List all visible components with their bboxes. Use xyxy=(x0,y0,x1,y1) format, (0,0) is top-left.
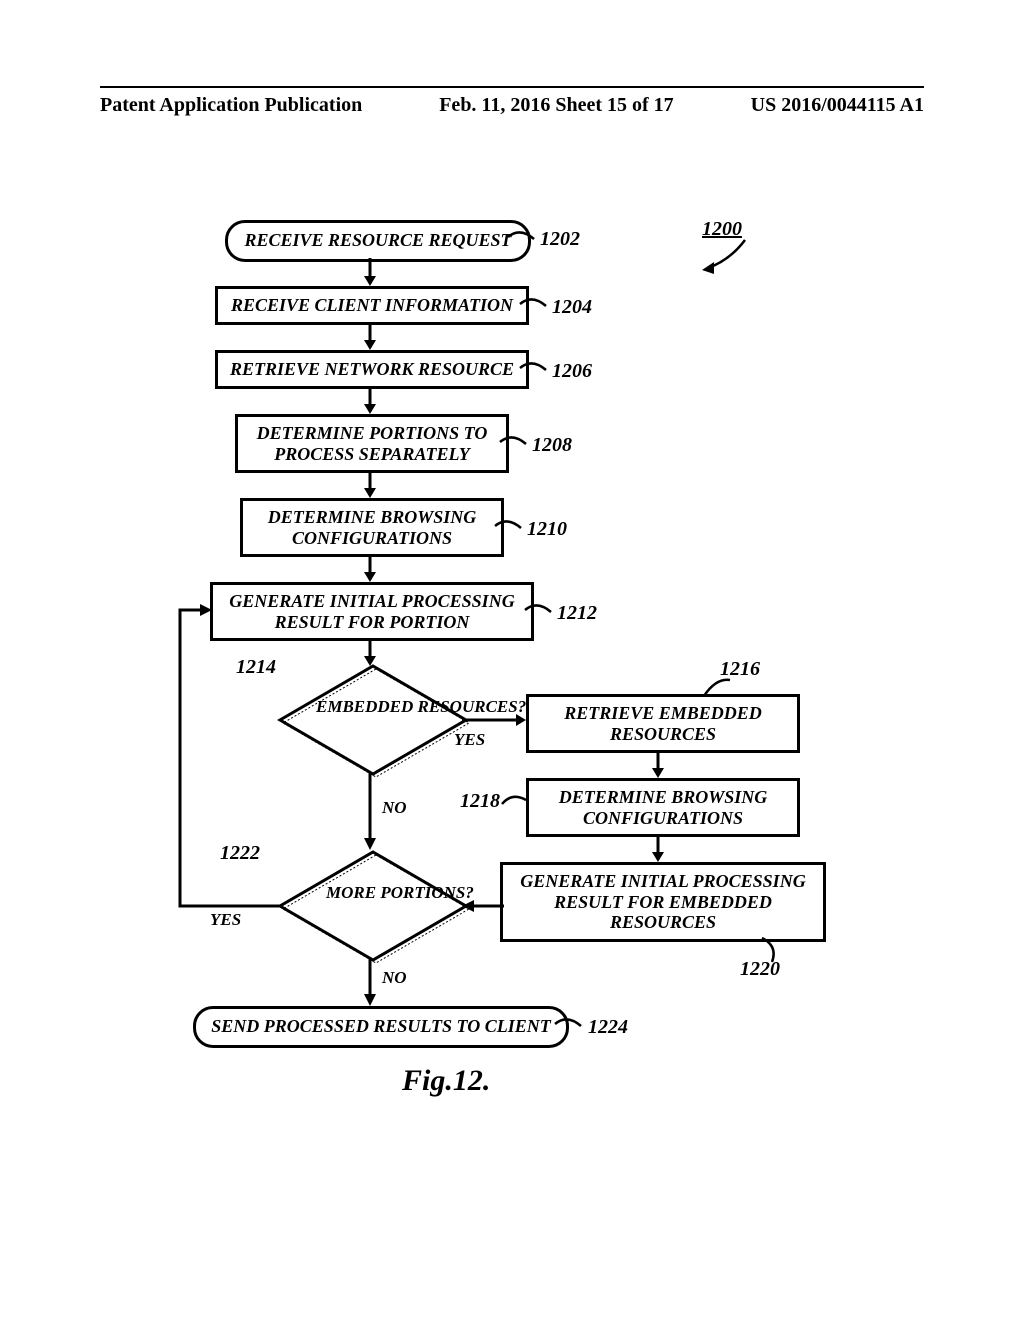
ref-1208: 1208 xyxy=(532,434,572,457)
figure-label: Fig.12. xyxy=(402,1064,490,1098)
node-1220: GENERATE INITIAL PROCESSING RESULT FOR E… xyxy=(500,862,826,942)
arrow-1218-1220 xyxy=(648,834,668,864)
arrow-1206-1208 xyxy=(360,386,380,416)
ref-1202: 1202 xyxy=(540,228,580,251)
node-1224-text: SEND PROCESSED RESULTS TO CLIENT xyxy=(211,1016,550,1036)
arrow-1214-1216 xyxy=(462,712,532,732)
node-1204-text: RECEIVE CLIENT INFORMATION xyxy=(231,295,513,315)
ref-1220-tick xyxy=(760,936,800,966)
ref-1212: 1212 xyxy=(557,602,597,625)
node-1202-text: RECEIVE RESOURCE REQUEST xyxy=(244,230,511,250)
ref-1204: 1204 xyxy=(552,296,592,319)
arrow-1204-1206 xyxy=(360,322,380,352)
header-center: Feb. 11, 2016 Sheet 15 of 17 xyxy=(439,94,673,117)
arrow-1222-1212 xyxy=(160,600,290,920)
arrow-1216-1218 xyxy=(648,750,668,780)
header-right: US 2016/0044115 A1 xyxy=(751,94,924,117)
node-1220-text: GENERATE INITIAL PROCESSING RESULT FOR E… xyxy=(520,871,805,932)
node-1210: DETERMINE BROWSING CONFIGURATIONS xyxy=(240,498,504,557)
arrow-1220-1222 xyxy=(462,898,506,918)
ref-1218-tick xyxy=(502,790,532,814)
node-1214-text: EMBEDDED RESOURCES? xyxy=(316,698,426,716)
ref-1210: 1210 xyxy=(527,518,567,541)
node-1218-text: DETERMINE BROWSING CONFIGURATIONS xyxy=(559,787,768,828)
arrow-1214-1222 xyxy=(360,772,380,852)
ref-1216-tick xyxy=(702,678,742,702)
node-1222 xyxy=(270,846,470,966)
node-1204: RECEIVE CLIENT INFORMATION xyxy=(215,286,529,325)
ref-1200-pointer xyxy=(700,238,760,278)
node-1222-text: MORE PORTIONS? xyxy=(326,884,416,902)
arrow-1202-1204 xyxy=(360,258,380,288)
header-left: Patent Application Publication xyxy=(100,94,362,117)
edge-1214-no: NO xyxy=(382,798,407,818)
page-header: Patent Application Publication Feb. 11, … xyxy=(0,86,1024,117)
node-1216: RETRIEVE EMBEDDED RESOURCES xyxy=(526,694,800,753)
node-1210-text: DETERMINE BROWSING CONFIGURATIONS xyxy=(268,507,477,548)
edge-1214-yes: YES xyxy=(454,730,485,750)
node-1208: DETERMINE PORTIONS TO PROCESS SEPARATELY xyxy=(235,414,509,473)
node-1208-text: DETERMINE PORTIONS TO PROCESS SEPARATELY xyxy=(257,423,488,464)
node-1224: SEND PROCESSED RESULTS TO CLIENT xyxy=(193,1006,569,1048)
node-1206: RETRIEVE NETWORK RESOURCE xyxy=(215,350,529,389)
edge-1222-no: NO xyxy=(382,968,407,988)
node-1206-text: RETRIEVE NETWORK RESOURCE xyxy=(230,359,514,379)
node-1214 xyxy=(270,660,470,780)
edge-1222-yes: YES xyxy=(210,910,241,930)
arrow-1222-1224 xyxy=(360,958,380,1008)
node-1202: RECEIVE RESOURCE REQUEST xyxy=(225,220,531,262)
node-1216-text: RETRIEVE EMBEDDED RESOURCES xyxy=(564,703,762,744)
arrow-1208-1210 xyxy=(360,470,380,500)
ref-1218: 1218 xyxy=(460,790,500,813)
arrow-1210-1212 xyxy=(360,554,380,584)
ref-1224: 1224 xyxy=(588,1016,628,1039)
ref-1206: 1206 xyxy=(552,360,592,383)
node-1218: DETERMINE BROWSING CONFIGURATIONS xyxy=(526,778,800,837)
